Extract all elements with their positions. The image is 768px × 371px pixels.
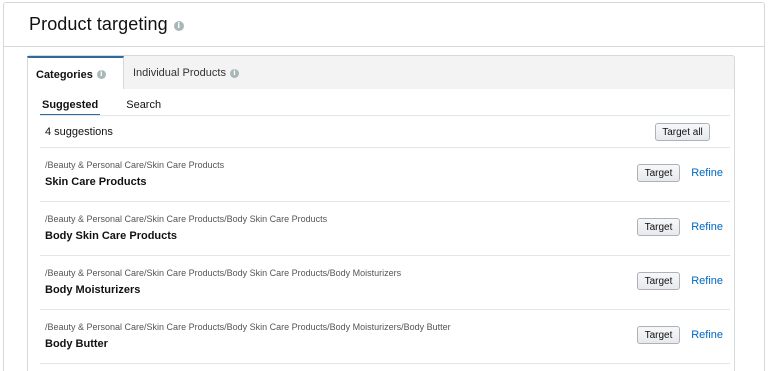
list-item: /Beauty & Personal Care/Skin Care Produc… [40, 148, 730, 202]
categories-panel: Suggested Search 4 suggestions Target al… [27, 89, 735, 371]
list-item: /Beauty & Personal Care/Skin Care Produc… [40, 310, 730, 364]
refine-link[interactable]: Refine [691, 329, 723, 341]
card-header: Product targeting i [4, 3, 764, 47]
suggestions-list: /Beauty & Personal Care/Skin Care Produc… [40, 148, 730, 364]
subtabs: Suggested Search [40, 99, 163, 116]
list-item: /Beauty & Personal Care/Skin Care Produc… [40, 202, 730, 256]
category-name: Body Skin Care Products [45, 230, 178, 242]
suggestions-summary: 4 suggestions Target all [40, 116, 730, 148]
category-path: /Beauty & Personal Care/Skin Care Produc… [45, 214, 328, 224]
category-path: /Beauty & Personal Care/Skin Care Produc… [45, 160, 225, 170]
tab-categories-label: Categories [36, 68, 93, 81]
info-icon[interactable]: i [96, 70, 106, 79]
category-name: Skin Care Products [45, 176, 147, 188]
targeting-tabs: Categories i Individual Products i [27, 55, 735, 91]
target-button[interactable]: Target [637, 326, 680, 344]
target-button[interactable]: Target [637, 272, 680, 290]
list-item: /Beauty & Personal Care/Skin Care Produc… [40, 256, 730, 310]
category-path: /Beauty & Personal Care/Skin Care Produc… [45, 268, 402, 278]
suggestions-count: 4 suggestions [45, 125, 113, 138]
target-button[interactable]: Target [637, 164, 680, 182]
category-name: Body Butter [45, 338, 108, 350]
refine-link[interactable]: Refine [691, 275, 723, 287]
category-name: Body Moisturizers [45, 284, 141, 296]
target-button[interactable]: Target [637, 218, 680, 236]
tab-individual-products-label: Individual Products [133, 67, 226, 79]
target-all-button[interactable]: Target all [655, 123, 710, 141]
tab-individual-products[interactable]: Individual Products i [133, 56, 239, 90]
subtab-search[interactable]: Search [124, 99, 163, 116]
category-path: /Beauty & Personal Care/Skin Care Produc… [45, 322, 451, 332]
info-icon[interactable]: i [229, 68, 239, 78]
refine-link[interactable]: Refine [691, 167, 723, 179]
info-icon[interactable]: i [173, 20, 184, 31]
tab-categories[interactable]: Categories i [27, 56, 124, 91]
page-title: Product targeting [29, 14, 168, 34]
subtab-suggested[interactable]: Suggested [40, 99, 101, 116]
refine-link[interactable]: Refine [691, 221, 723, 233]
